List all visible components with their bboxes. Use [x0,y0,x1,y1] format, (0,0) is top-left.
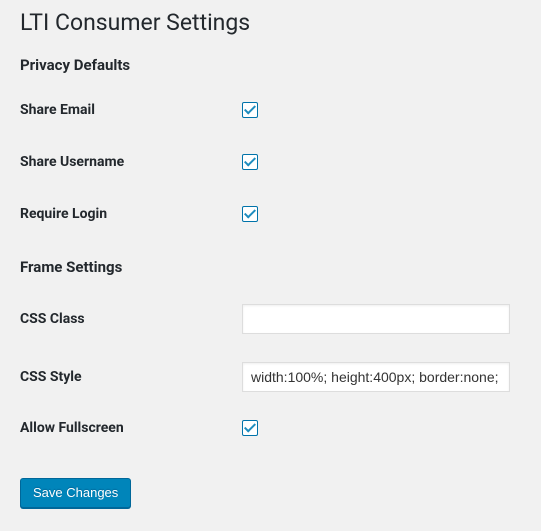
save-changes-button[interactable]: Save Changes [20,478,131,508]
require-login-cell [242,206,258,222]
require-login-checkbox[interactable] [242,206,258,222]
share-username-cell [242,154,258,170]
css-class-row: CSS Class [20,304,521,334]
css-style-input[interactable] [242,362,510,392]
css-style-row: CSS Style [20,362,521,392]
share-username-label: Share Username [20,154,242,170]
allow-fullscreen-cell [242,420,258,436]
page-title: LTI Consumer Settings [20,8,521,38]
frame-settings-heading: Frame Settings [20,258,521,276]
share-username-checkbox[interactable] [242,154,258,170]
share-email-label: Share Email [20,102,242,118]
allow-fullscreen-row: Allow Fullscreen [20,420,521,436]
share-email-row: Share Email [20,102,521,118]
share-email-cell [242,102,258,118]
share-email-checkbox[interactable] [242,102,258,118]
allow-fullscreen-label: Allow Fullscreen [20,420,242,436]
css-style-label: CSS Style [20,369,242,385]
require-login-label: Require Login [20,206,242,222]
share-username-row: Share Username [20,154,521,170]
require-login-row: Require Login [20,206,521,222]
css-class-input[interactable] [242,304,510,334]
privacy-defaults-heading: Privacy Defaults [20,56,521,74]
allow-fullscreen-checkbox[interactable] [242,420,258,436]
css-class-label: CSS Class [20,311,242,327]
